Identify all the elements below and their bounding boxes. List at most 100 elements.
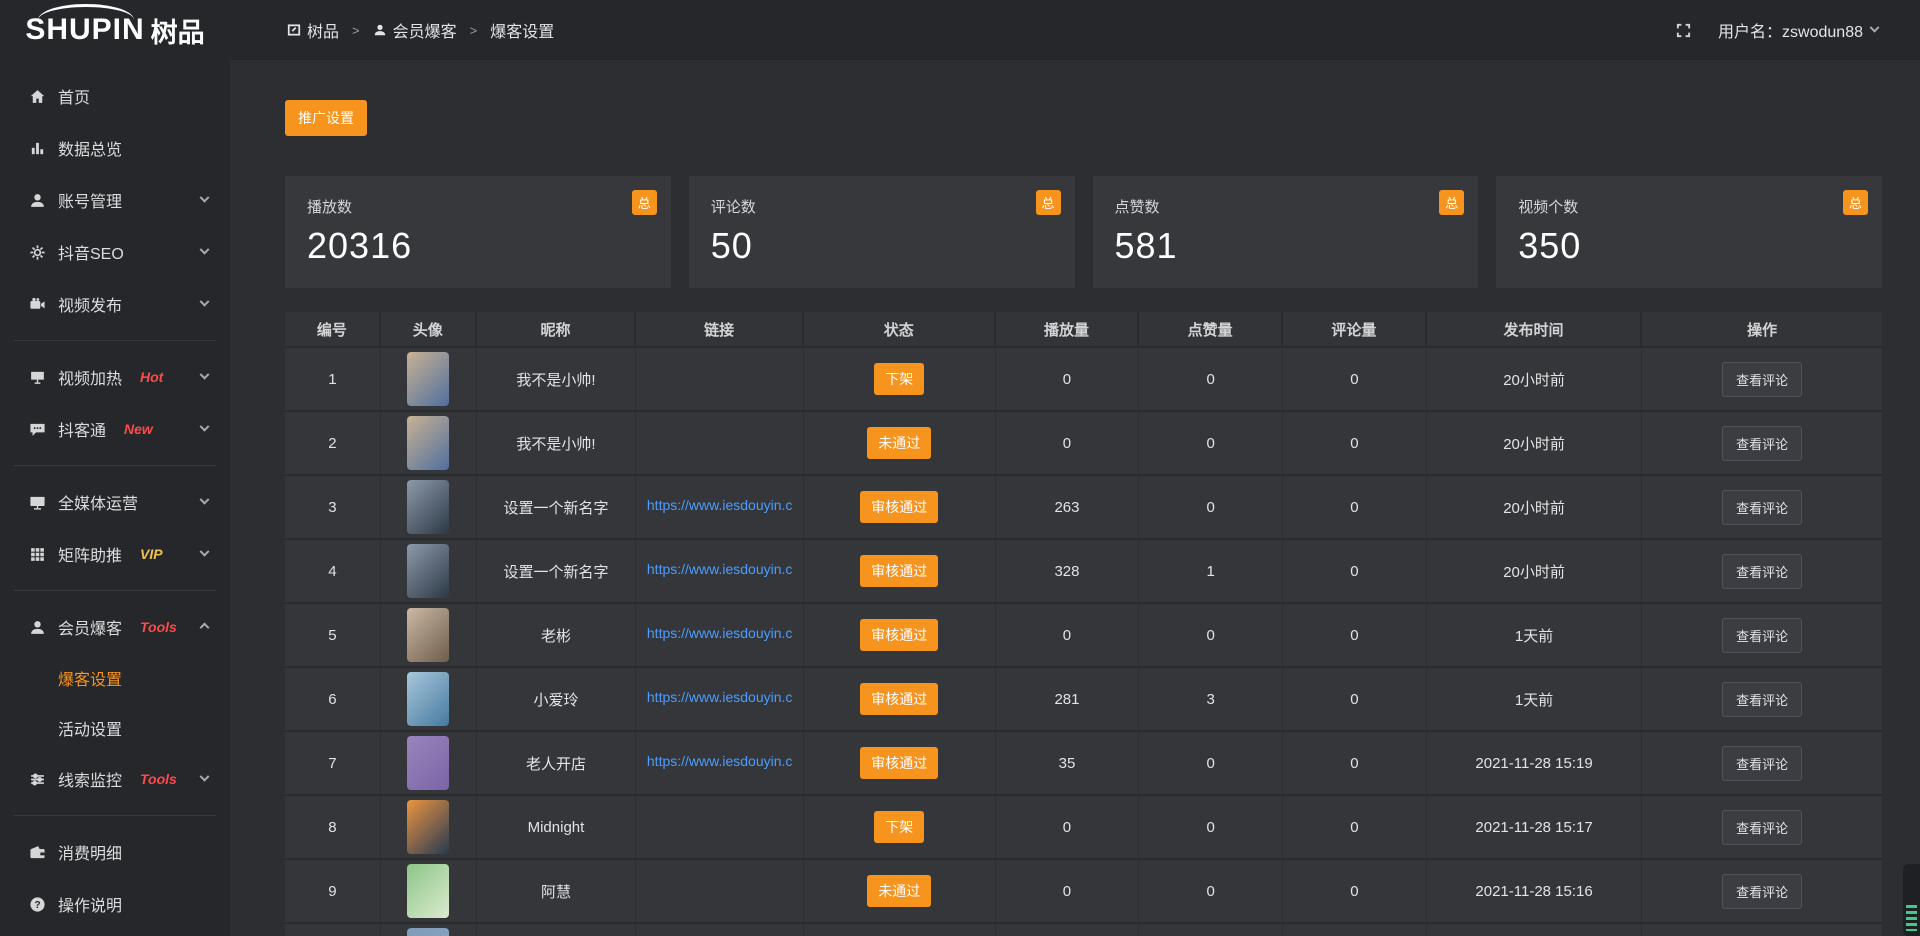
gear-icon xyxy=(28,243,46,261)
cell-likes: 0 xyxy=(1139,796,1283,860)
cell-likes: 3 xyxy=(1139,668,1283,732)
view-comments-button[interactable]: 查看评论 xyxy=(1722,810,1802,845)
stat-value: 581 xyxy=(1115,225,1457,267)
avatar xyxy=(407,736,449,790)
column-header: 发布时间 xyxy=(1427,312,1643,348)
cell-publish-time: 2021-11-28 15:17 xyxy=(1427,796,1643,860)
cell-comments xyxy=(1283,924,1427,936)
sidebar-subitem-baoke-settings[interactable]: 爆客设置 xyxy=(0,653,230,703)
floating-side-widget[interactable] xyxy=(1903,864,1920,936)
video-link[interactable]: https://www.iesdouyin.c xyxy=(647,561,793,577)
sidebar-item-account-management[interactable]: 账号管理 xyxy=(0,174,230,226)
cell-index: 7 xyxy=(285,732,381,796)
chevron-up-icon xyxy=(200,622,210,632)
breadcrumb-item-member[interactable]: 会员爆客 xyxy=(373,18,457,42)
column-header: 编号 xyxy=(285,312,381,348)
view-comments-button[interactable]: 查看评论 xyxy=(1722,426,1802,461)
view-comments-button[interactable]: 查看评论 xyxy=(1722,490,1802,525)
video-link[interactable]: https://www.iesdouyin.c xyxy=(647,753,793,769)
sidebar-divider xyxy=(14,590,216,591)
cell-avatar xyxy=(381,860,477,924)
cell-plays: 0 xyxy=(996,348,1140,412)
video-link[interactable]: https://www.iesdouyin.c xyxy=(647,625,793,641)
cell-nickname: 阿慧 xyxy=(477,860,637,924)
breadcrumb-item-shupin[interactable]: 树品 xyxy=(287,18,339,42)
table-row: 3 设置一个新名字 https://www.iesdouyin.c 审核通过 2… xyxy=(285,476,1882,540)
cell-link xyxy=(636,924,804,936)
cell-avatar xyxy=(381,924,477,936)
table-row: 1 我不是小帅! 下架 0 0 0 20小时前 查看评论 xyxy=(285,348,1882,412)
video-link[interactable]: https://www.iesdouyin.c xyxy=(647,497,793,513)
cell-link xyxy=(636,412,804,476)
user-icon xyxy=(373,23,387,37)
sidebar-item-operation-guide[interactable]: ? 操作说明 xyxy=(0,878,230,930)
header-right-area: 用户名：zswodun88 xyxy=(1675,18,1920,42)
cell-nickname: 老彬 xyxy=(477,604,637,668)
stat-value: 20316 xyxy=(307,225,649,267)
view-comments-button[interactable]: 查看评论 xyxy=(1722,618,1802,653)
member-icon xyxy=(28,618,46,636)
video-link[interactable]: https://www.iesdouyin.c xyxy=(647,689,793,705)
cell-index xyxy=(285,924,381,936)
tools-badge: Tools xyxy=(140,619,177,635)
cell-link: https://www.iesdouyin.c xyxy=(636,540,804,604)
sidebar-item-douyin-seo[interactable]: 抖音SEO xyxy=(0,226,230,278)
stat-label: 评论数 xyxy=(711,196,1053,217)
widget-stripes-decoration xyxy=(1906,905,1917,931)
view-comments-button[interactable]: 查看评论 xyxy=(1722,874,1802,909)
sidebar-divider xyxy=(14,465,216,466)
sidebar-item-member-baoke[interactable]: 会员爆客 Tools xyxy=(0,601,230,653)
sidebar-item-home[interactable]: 首页 xyxy=(0,70,230,122)
cell-publish-time xyxy=(1427,924,1643,936)
sidebar-item-omnimedia[interactable]: 全媒体运营 xyxy=(0,476,230,528)
view-comments-button[interactable]: 查看评论 xyxy=(1722,682,1802,717)
chevron-down-icon xyxy=(200,771,210,781)
column-header: 操作 xyxy=(1642,312,1882,348)
status-badge: 审核通过 xyxy=(860,747,938,779)
cell-link: https://www.iesdouyin.c xyxy=(636,732,804,796)
cell-nickname: 我不是小帅! xyxy=(477,412,637,476)
cell-comments: 0 xyxy=(1283,604,1427,668)
cell-plays: 281 xyxy=(996,668,1140,732)
sidebar-item-video-heating[interactable]: 视频加热 Hot xyxy=(0,351,230,403)
sidebar-item-consumption-details[interactable]: 消费明细 xyxy=(0,826,230,878)
status-badge: 审核通过 xyxy=(860,555,938,587)
view-comments-button[interactable]: 查看评论 xyxy=(1722,554,1802,589)
cell-index: 3 xyxy=(285,476,381,540)
tools-badge: Tools xyxy=(140,771,177,787)
hot-badge: Hot xyxy=(140,369,163,385)
chevron-down-icon xyxy=(200,421,210,431)
cell-likes: 0 xyxy=(1139,860,1283,924)
breadcrumb-item-current: 爆客设置 xyxy=(490,18,554,42)
cell-index: 6 xyxy=(285,668,381,732)
sidebar-item-doukettong[interactable]: 抖客通 New xyxy=(0,403,230,455)
promotion-settings-button[interactable]: 推广设置 xyxy=(285,100,367,136)
cell-publish-time: 20小时前 xyxy=(1427,412,1643,476)
table-row: 2 我不是小帅! 未通过 0 0 0 20小时前 查看评论 xyxy=(285,412,1882,476)
username-label: 用户名：zswodun88 xyxy=(1718,18,1863,42)
view-comments-button[interactable]: 查看评论 xyxy=(1722,746,1802,781)
sidebar-item-video-publish[interactable]: 视频发布 xyxy=(0,278,230,330)
user-menu[interactable]: 用户名：zswodun88 xyxy=(1718,18,1878,42)
sidebar-divider xyxy=(14,815,216,816)
sidebar-item-matrix-boost[interactable]: 矩阵助推 VIP xyxy=(0,528,230,580)
cell-likes: 0 xyxy=(1139,732,1283,796)
cell-nickname: 老人开店 xyxy=(477,732,637,796)
cell-index: 9 xyxy=(285,860,381,924)
sidebar-subitem-activity-settings[interactable]: 活动设置 xyxy=(0,703,230,753)
chevron-down-icon xyxy=(200,192,210,202)
sidebar-item-lead-monitor[interactable]: 线索监控 Tools xyxy=(0,753,230,805)
fullscreen-icon[interactable] xyxy=(1675,22,1692,39)
sidebar-item-data-overview[interactable]: 数据总览 xyxy=(0,122,230,174)
bar-chart-icon xyxy=(28,139,46,157)
brand-logo[interactable]: SHUPIN 树品 xyxy=(0,0,230,60)
avatar xyxy=(407,800,449,854)
status-badge: 未通过 xyxy=(867,875,931,907)
cell-action: 查看评论 xyxy=(1642,732,1882,796)
cell-plays: 263 xyxy=(996,476,1140,540)
column-header: 头像 xyxy=(381,312,477,348)
view-comments-button[interactable]: 查看评论 xyxy=(1722,362,1802,397)
cell-action: 查看评论 xyxy=(1642,348,1882,412)
status-badge: 审核通过 xyxy=(860,491,938,523)
cell-plays: 0 xyxy=(996,796,1140,860)
